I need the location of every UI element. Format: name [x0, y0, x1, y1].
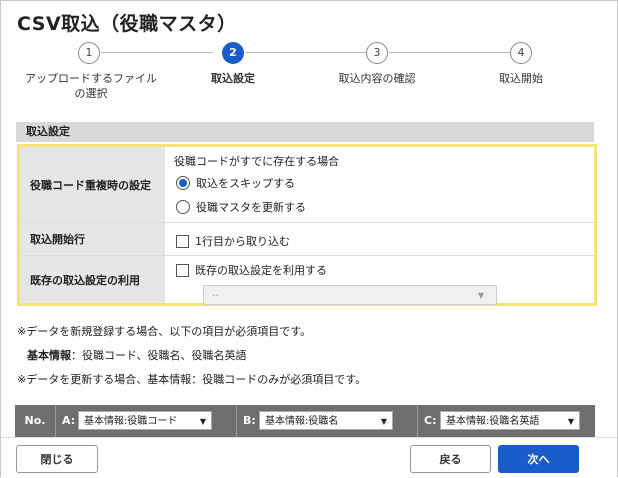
note-required-fields: 基本情報：役職コード、役職名、役職名英語 [27, 349, 247, 362]
next-button[interactable]: 次へ [498, 445, 579, 473]
close-button[interactable]: 閉じる [16, 445, 98, 473]
mapping-column-b: B: 基本情報:役職名 ▼ [237, 405, 418, 437]
start-row-checkbox[interactable]: 1行目から取り込む [176, 233, 290, 249]
mapping-select-c[interactable]: 基本情報:役職名英語 ▼ [440, 411, 580, 430]
chevron-down-icon: ▼ [567, 417, 574, 426]
radio-skip[interactable]: 取込をスキップする [176, 175, 295, 191]
step-2-label: 取込設定 [211, 72, 255, 85]
radio-unselected-icon[interactable] [176, 200, 190, 214]
mapping-no-label: No. [15, 405, 56, 437]
existing-setting-checkbox[interactable]: 既存の取込設定を利用する [176, 262, 327, 278]
existing-setting-label: 既存の取込設定の利用 [20, 256, 165, 303]
mapping-select-a[interactable]: 基本情報:役職コード ▼ [78, 411, 212, 430]
step-1-label: アップロードするファイル の選択 [25, 72, 157, 100]
radio-update[interactable]: 役職マスタを更新する [176, 199, 306, 215]
note-new-data: ※データを新規登録する場合、以下の項目が必須項目です。 [17, 325, 312, 338]
section-header: 取込設定 [16, 122, 594, 142]
radio-selected-icon[interactable] [176, 176, 190, 190]
step-1-circle: 1 [78, 42, 100, 64]
dialog-title: CSV取込（役職マスタ） [17, 13, 237, 35]
checkbox-icon[interactable] [176, 263, 189, 277]
dialog-footer: 閉じる 戻る 次へ [1, 437, 617, 478]
step-4-circle: 4 [510, 42, 532, 64]
step-3-label: 取込内容の確認 [338, 72, 416, 85]
step-connector [101, 52, 213, 53]
start-row-setting-row: 取込開始行 1行目から取り込む [20, 223, 594, 256]
note-update-data: ※データを更新する場合、基本情報：役職コードのみが必須項目です。 [17, 373, 367, 386]
mapping-column-a: A: 基本情報:役職コード ▼ [56, 405, 237, 437]
checkbox-icon[interactable] [176, 234, 189, 248]
step-connector [389, 52, 511, 53]
existing-setting-row: 既存の取込設定の利用 既存の取込設定を利用する -- ▼ [20, 256, 594, 305]
step-3-circle: 3 [366, 42, 388, 64]
csv-import-dialog: CSV取込（役職マスタ） 1 2 3 4 アップロードするファイル の選択 取込… [0, 0, 618, 478]
chevron-down-icon: ▼ [199, 417, 206, 426]
step-2-circle: 2 [222, 42, 244, 64]
duplicate-description: 役職コードがすでに存在する場合 [174, 155, 340, 168]
step-4-label: 取込開始 [499, 72, 543, 85]
duplicate-setting-label: 役職コード重複時の設定 [20, 147, 165, 222]
mapping-select-b[interactable]: 基本情報:役職名 ▼ [259, 411, 393, 430]
stepper: 1 2 3 4 アップロードするファイル の選択 取込設定 取込内容の確認 取込… [1, 39, 601, 109]
step-connector [245, 52, 367, 53]
import-settings-table: 役職コード重複時の設定 役職コードがすでに存在する場合 取込をスキップする 役職… [17, 144, 597, 306]
chevron-down-icon: ▼ [380, 417, 387, 426]
duplicate-setting-row: 役職コード重複時の設定 役職コードがすでに存在する場合 取込をスキップする 役職… [20, 147, 594, 223]
start-row-label: 取込開始行 [20, 223, 165, 255]
back-button[interactable]: 戻る [410, 445, 491, 473]
chevron-down-icon: ▼ [477, 291, 484, 300]
mapping-column-c: C: 基本情報:役職名英語 ▼ [418, 405, 594, 437]
existing-setting-select: -- ▼ [203, 285, 497, 305]
column-mapping-header: No. A: 基本情報:役職コード ▼ B: 基本情報:役職名 ▼ C: 基本情報:… [15, 405, 595, 437]
